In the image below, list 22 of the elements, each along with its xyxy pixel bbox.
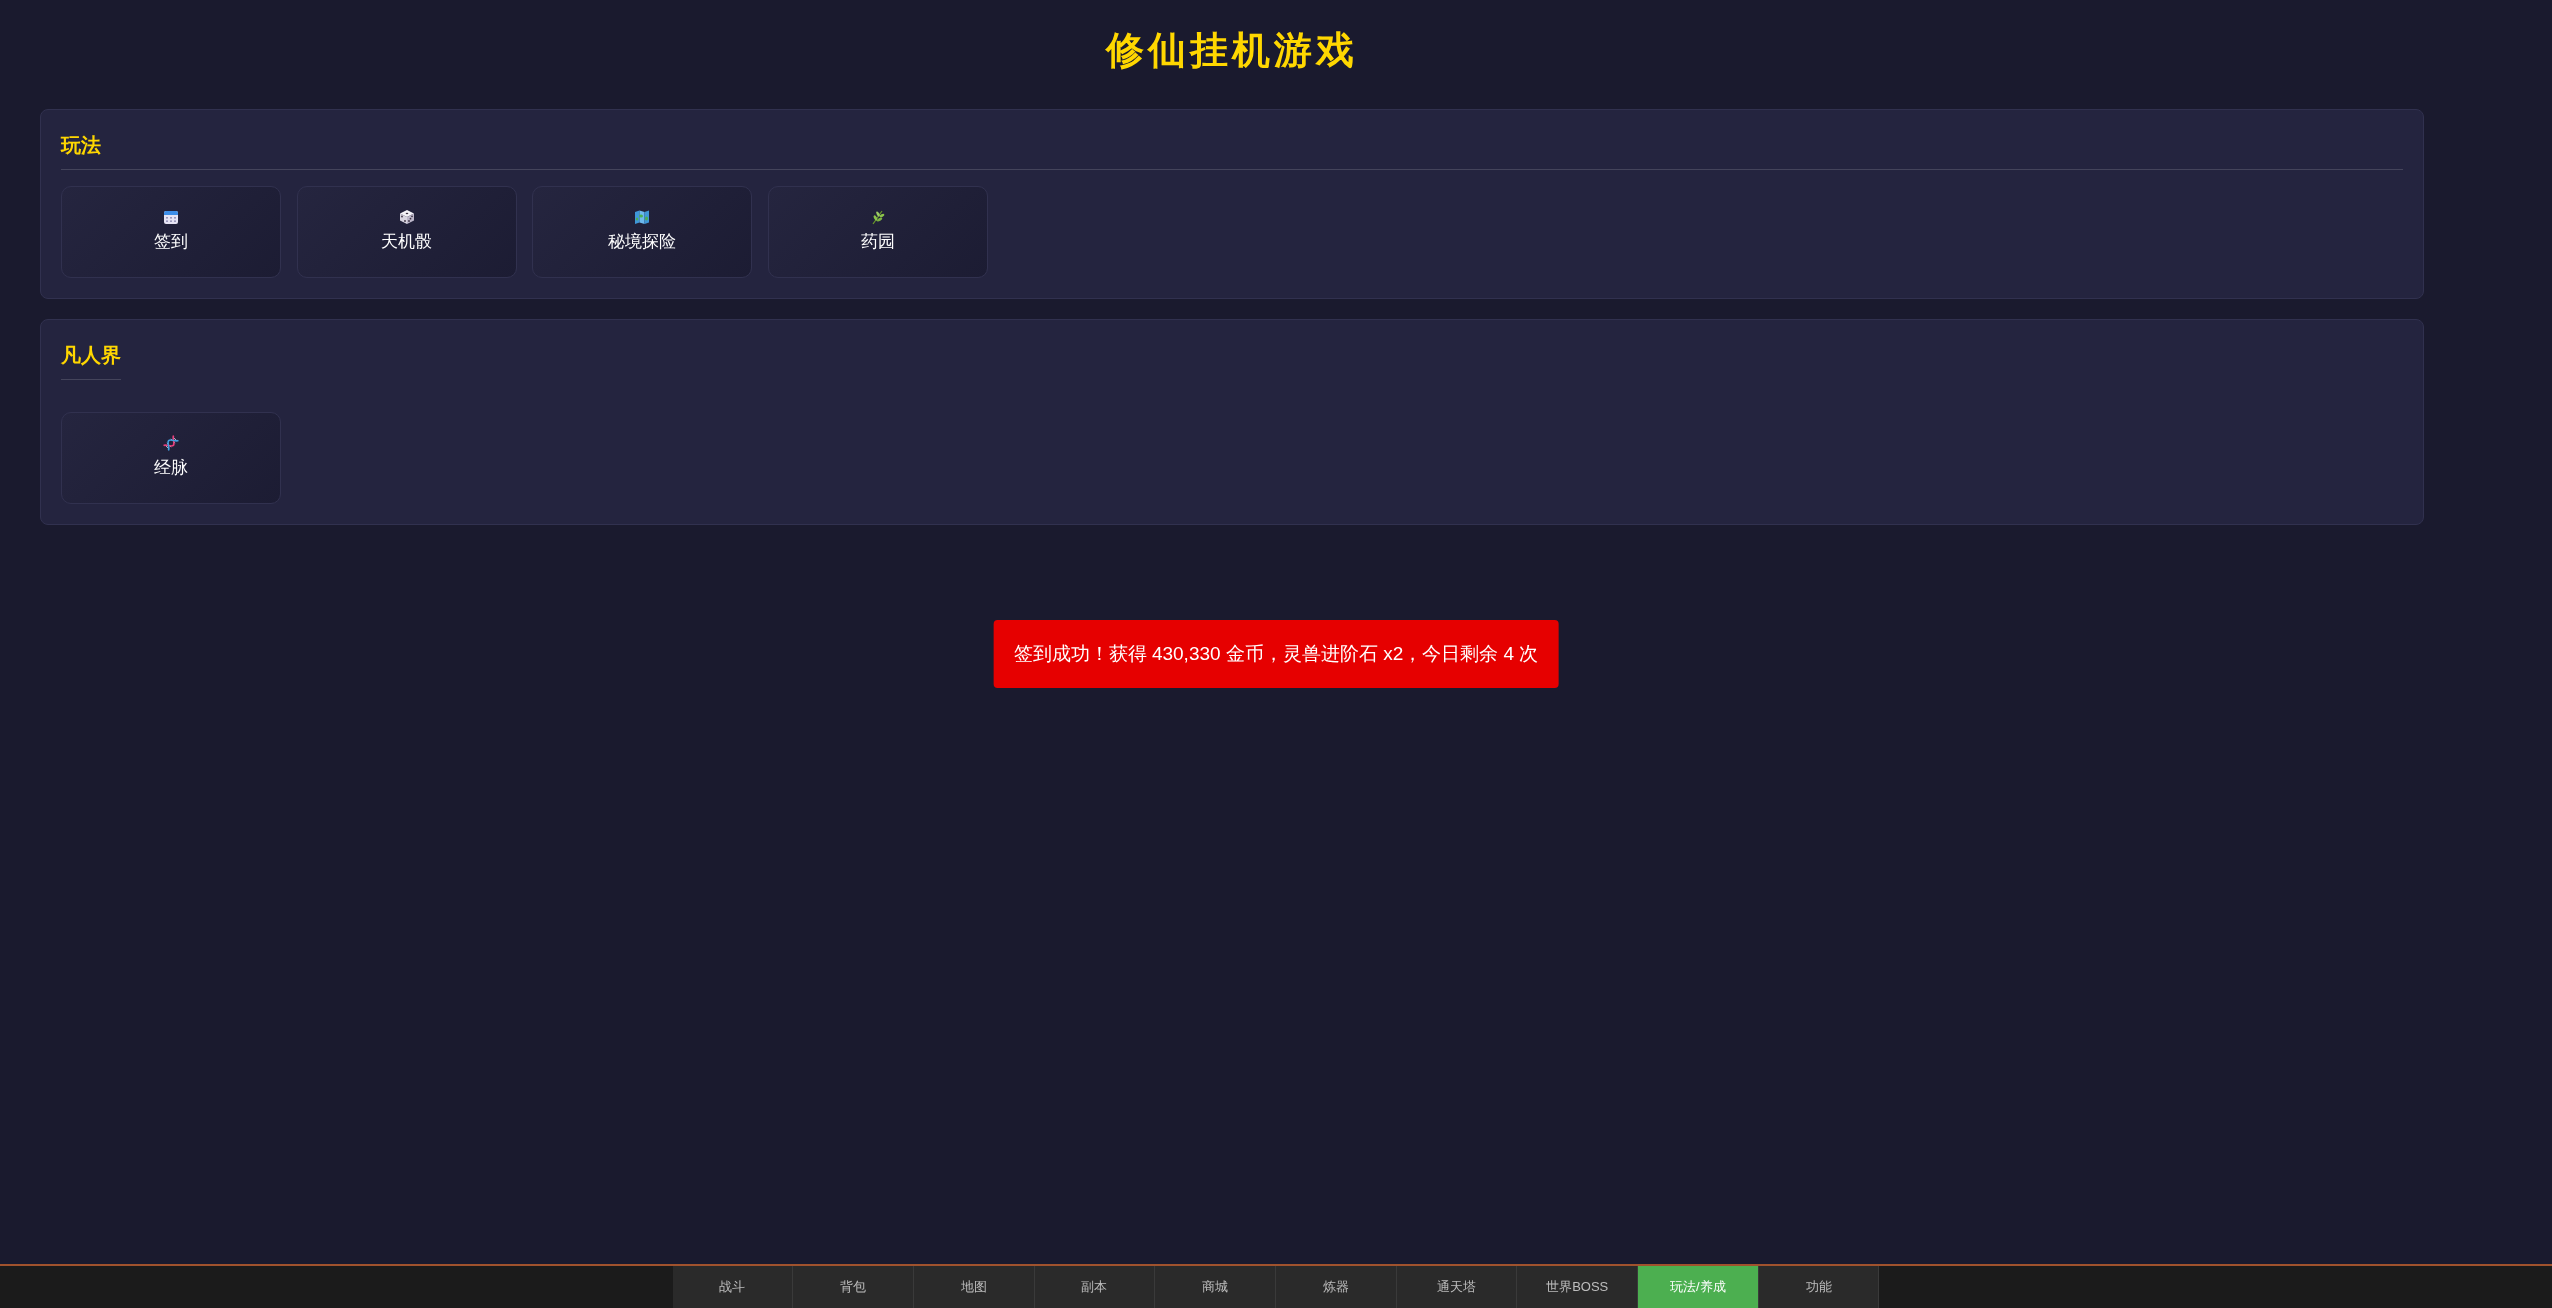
nav-tab[interactable]: 炼器 bbox=[1276, 1266, 1397, 1308]
nav-tab[interactable]: 副本 bbox=[1034, 1266, 1156, 1308]
nav-tab[interactable]: 背包 bbox=[793, 1266, 914, 1308]
feature-card[interactable]: 秘境探险 bbox=[532, 185, 753, 278]
nav-tab[interactable]: 地图 bbox=[913, 1266, 1035, 1308]
nav-tab[interactable]: 战斗 bbox=[672, 1266, 794, 1308]
calendar-icon bbox=[163, 209, 179, 226]
page-title: 修仙挂机游戏 bbox=[1106, 28, 1358, 73]
nav-tab[interactable]: 商城 bbox=[1155, 1266, 1276, 1308]
map-icon bbox=[634, 209, 651, 226]
feature-card[interactable]: 签到 bbox=[61, 185, 281, 278]
feature-card[interactable]: 经脉 bbox=[61, 411, 281, 504]
feature-card[interactable]: 天机骰 bbox=[296, 185, 517, 278]
section-heading: 凡人界 bbox=[61, 342, 121, 367]
nav-tab[interactable]: 功能 bbox=[1758, 1266, 1880, 1308]
toast-message: 签到成功！获得 430,330 金币，灵兽进阶石 x2，今日剩余 4 次 bbox=[993, 620, 1559, 688]
nav-tab[interactable]: 通天塔 bbox=[1396, 1266, 1518, 1308]
dna-icon bbox=[163, 435, 179, 452]
dice-icon bbox=[398, 209, 415, 226]
section-heading: 玩法 bbox=[61, 132, 101, 157]
feature-card[interactable]: 药园 bbox=[767, 185, 988, 278]
nav-tab[interactable]: 世界BOSS bbox=[1517, 1266, 1639, 1308]
